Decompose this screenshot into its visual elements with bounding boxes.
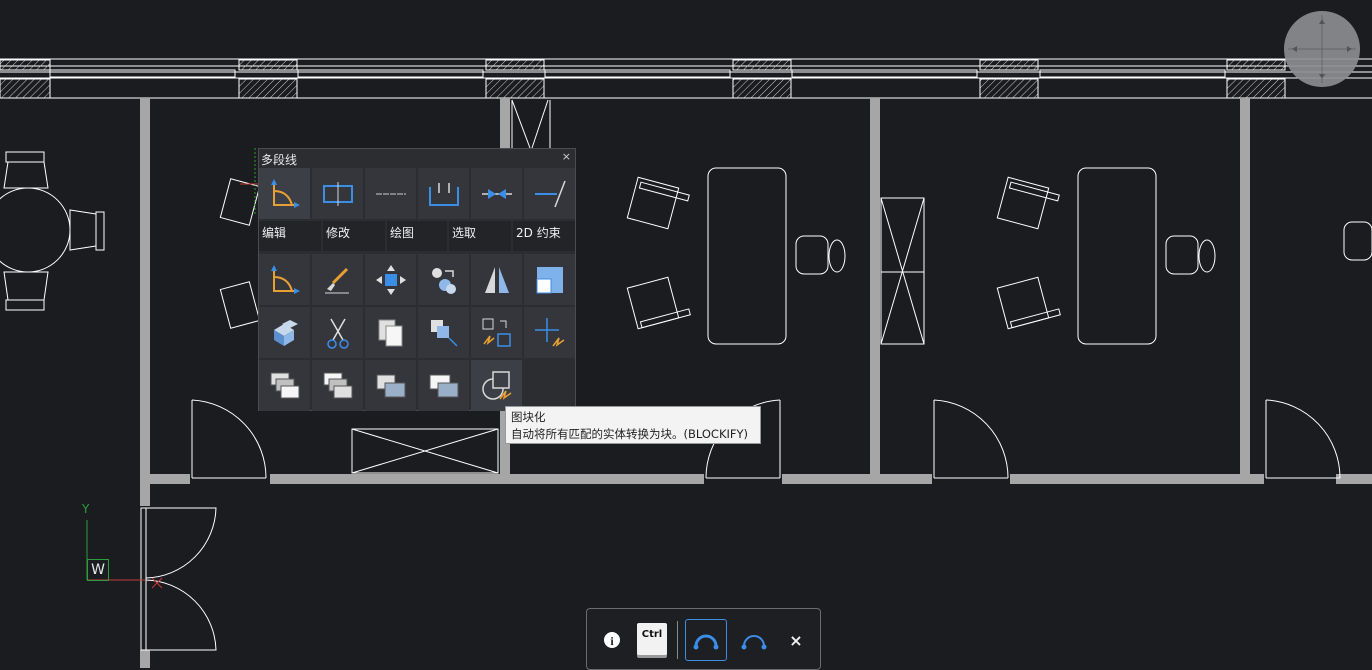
scale-icon	[536, 266, 563, 293]
tab-draw[interactable]: 绘图	[387, 221, 447, 251]
blockify-tooltip: 图块化 自动将所有匹配的实体转换为块。(BLOCKIFY)	[505, 406, 761, 444]
ctrl-key: Ctrl	[637, 623, 667, 655]
draw-order-back-button[interactable]	[312, 360, 363, 411]
mirror-icon	[484, 266, 509, 293]
blockify-icon	[481, 370, 511, 400]
move-button[interactable]	[365, 254, 416, 305]
extend-button[interactable]	[524, 168, 575, 219]
draw-order-back-icon	[323, 372, 352, 398]
blockify-button[interactable]	[471, 360, 522, 411]
tab-modify[interactable]: 修改	[323, 221, 385, 251]
paintbrush-icon	[324, 267, 349, 293]
copy-button[interactable]	[365, 307, 416, 358]
separator	[677, 621, 678, 659]
match-properties-icon	[431, 267, 456, 294]
drawing-canvas[interactable]	[0, 0, 1372, 668]
quad-title: 多段线	[261, 153, 298, 167]
move-icon	[375, 264, 406, 295]
move-arrows-icon	[534, 317, 564, 347]
draw-order-front-icon	[270, 372, 299, 398]
join-button[interactable]	[471, 168, 522, 219]
ucs-y-label: Y	[82, 502, 90, 516]
tab-edit[interactable]: 编辑	[259, 221, 321, 251]
move-arrows-button[interactable]	[524, 307, 575, 358]
tab-2d-constraints[interactable]: 2D 约束	[513, 221, 575, 251]
polyline-icon	[428, 182, 459, 206]
tooltip-description: 自动将所有匹配的实体转换为块。(BLOCKIFY)	[511, 427, 749, 441]
polyline-edit-top-button[interactable]	[259, 168, 310, 219]
input-hint-bar: i Ctrl ×	[586, 608, 821, 670]
mouse-right-button[interactable]	[735, 621, 773, 659]
replace-block-icon	[482, 318, 511, 347]
polyline-edit-button[interactable]	[259, 254, 310, 305]
rectangle-icon	[322, 181, 353, 206]
copy-icon	[378, 319, 402, 346]
navigation-wheel[interactable]	[1284, 11, 1360, 87]
array-button[interactable]	[259, 307, 310, 358]
quad-close-button[interactable]: ×	[562, 150, 571, 163]
copy-move-button[interactable]	[418, 307, 469, 358]
tab-select[interactable]: 选取	[449, 221, 511, 251]
quad-panel: 多段线 × 编辑 修改 绘图 选取 2D 约束	[258, 148, 576, 411]
info-icon: i	[604, 632, 620, 648]
draw-order-above-icon	[376, 374, 405, 397]
info-button[interactable]: i	[601, 629, 623, 651]
headset-icon	[693, 634, 719, 650]
mirror-button[interactable]	[471, 254, 522, 305]
array-icon	[273, 319, 298, 346]
line-icon	[375, 193, 406, 194]
extend-icon	[534, 180, 566, 207]
ucs-w-label: W	[87, 559, 109, 581]
draw-order-below-button[interactable]	[418, 360, 469, 411]
mouse-left-button[interactable]	[685, 619, 727, 661]
polyline-button[interactable]	[418, 168, 469, 219]
headset-outline-icon	[741, 635, 767, 650]
match-properties-button[interactable]	[418, 254, 469, 305]
draw-order-below-icon	[429, 374, 458, 397]
copy-move-icon	[430, 319, 458, 347]
polyline-edit-icon	[270, 178, 300, 208]
rectangle-button[interactable]	[312, 168, 363, 219]
scale-button[interactable]	[524, 254, 575, 305]
trim-button[interactable]	[312, 307, 363, 358]
polyline-edit-icon	[270, 264, 300, 294]
trim-icon	[326, 318, 349, 349]
close-bar-button[interactable]: ×	[785, 627, 807, 653]
paintbrush-button[interactable]	[312, 254, 363, 305]
join-icon	[481, 188, 512, 199]
replace-block-button[interactable]	[471, 307, 522, 358]
draw-order-above-button[interactable]	[365, 360, 416, 411]
line-button[interactable]	[365, 168, 416, 219]
tooltip-title: 图块化	[511, 410, 546, 424]
draw-order-front-button[interactable]	[259, 360, 310, 411]
